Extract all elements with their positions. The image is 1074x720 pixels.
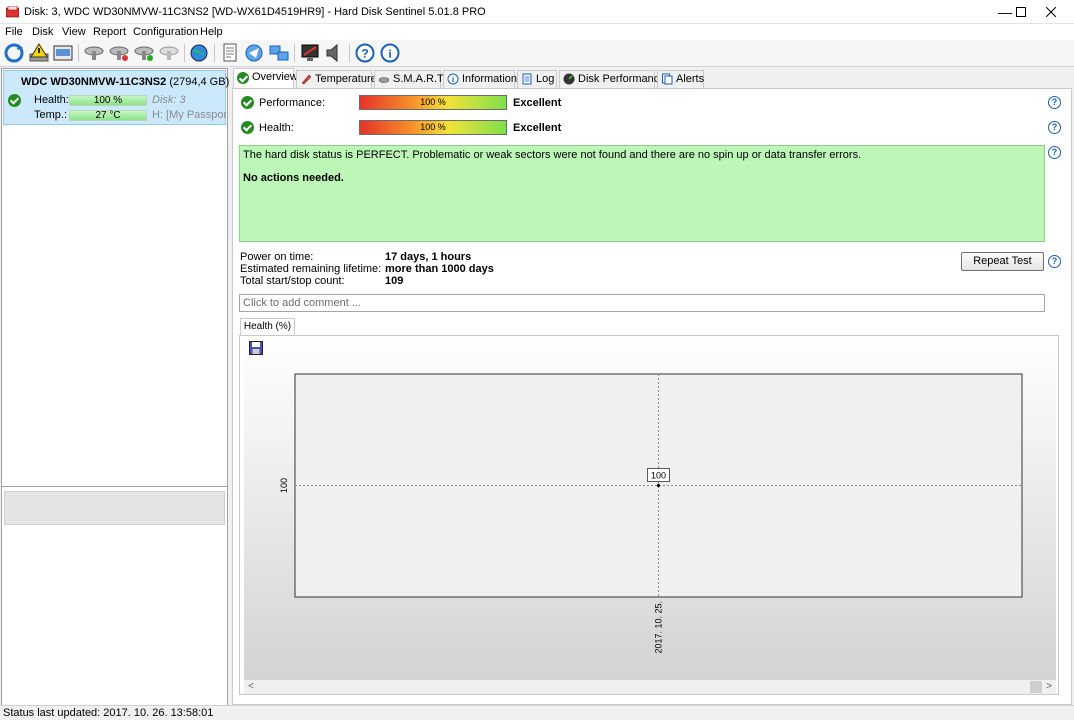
globe-icon[interactable] bbox=[188, 42, 210, 64]
performance-bar: 100 % bbox=[359, 95, 507, 110]
disk4-icon[interactable] bbox=[158, 42, 180, 64]
tab-log[interactable]: Log bbox=[517, 70, 557, 88]
disk-info-icon[interactable] bbox=[52, 42, 74, 64]
help-icon[interactable]: ? bbox=[354, 42, 376, 64]
svg-text:?: ? bbox=[361, 47, 368, 61]
menu-help[interactable]: Help bbox=[200, 26, 223, 38]
menu-view[interactable]: View bbox=[62, 26, 86, 38]
data-point bbox=[656, 483, 661, 488]
report-icon[interactable] bbox=[219, 42, 241, 64]
info-icon: i bbox=[447, 73, 459, 85]
disk-temp-row: Temp.: 27 °C H: [My Passport Ult bbox=[4, 109, 227, 123]
warning-disk-icon[interactable] bbox=[28, 42, 50, 64]
startstop-value: 109 bbox=[385, 275, 404, 287]
maximize-icon bbox=[1016, 7, 1026, 17]
scroll-thumb[interactable] bbox=[1030, 681, 1042, 693]
disk-list-item[interactable]: WDC WD30NMVW-11C3NS2 (2794,4 GB) Health:… bbox=[3, 70, 230, 125]
smart-icon bbox=[378, 77, 390, 83]
menu-disk[interactable]: Disk bbox=[32, 26, 53, 38]
toolbar: ? i bbox=[0, 40, 1074, 67]
disk-temp-bar: 27 °C bbox=[69, 110, 147, 121]
scroll-right-icon[interactable]: > bbox=[1042, 680, 1056, 694]
help-icon[interactable]: ? bbox=[1048, 255, 1061, 268]
info-icon[interactable]: i bbox=[379, 42, 401, 64]
health-chart-frame: 100 100 2017. 10. 25. < > bbox=[239, 335, 1059, 695]
disk-volume: H: [My Passport Ult bbox=[152, 109, 226, 121]
check-icon bbox=[241, 121, 254, 134]
disk3-icon[interactable] bbox=[133, 42, 155, 64]
horizontal-scrollbar[interactable]: < > bbox=[244, 680, 1056, 694]
health-row: Health: 100 % Excellent bbox=[241, 120, 1061, 136]
repeat-test-button[interactable]: Repeat Test bbox=[961, 252, 1044, 271]
help-icon[interactable]: ? bbox=[1048, 121, 1061, 134]
thermometer-icon bbox=[301, 74, 312, 85]
help-icon[interactable]: ? bbox=[1048, 146, 1061, 159]
check-icon bbox=[8, 94, 21, 107]
performance-label: Performance: bbox=[259, 97, 326, 109]
menu-report[interactable]: Report bbox=[93, 26, 126, 38]
window-title: Disk: 3, WDC WD30NMVW-11C3NS2 [WD-WX61D4… bbox=[24, 6, 486, 18]
disk2-icon[interactable] bbox=[108, 42, 130, 64]
status-text: The hard disk status is PERFECT. Problem… bbox=[243, 149, 862, 161]
disk1-icon[interactable] bbox=[83, 42, 105, 64]
disk-temp-label: Temp.: bbox=[34, 109, 68, 121]
health-chart: 100 100 2017. 10. 25. bbox=[279, 373, 1023, 654]
health-chart-area: 100 100 2017. 10. 25. bbox=[244, 338, 1056, 680]
tab-information[interactable]: i Information bbox=[443, 70, 517, 88]
log-icon bbox=[522, 73, 532, 85]
comment-input[interactable] bbox=[239, 294, 1045, 312]
x-tick-label: 2017. 10. 25. bbox=[654, 601, 664, 654]
refresh-icon[interactable] bbox=[3, 42, 25, 64]
app-icon bbox=[6, 6, 19, 18]
health-rating: Excellent bbox=[513, 122, 562, 134]
tab-overview[interactable]: Overview bbox=[233, 68, 298, 89]
performance-icon bbox=[563, 73, 575, 85]
title-bar: Disk: 3, WDC WD30NMVW-11C3NS2 [WD-WX61D4… bbox=[0, 0, 1074, 24]
menu-bar: File Disk View Report Configuration Help bbox=[0, 24, 1074, 40]
disk-number: Disk: 3 bbox=[152, 94, 186, 106]
send-icon[interactable] bbox=[243, 42, 265, 64]
disk-health-row: Health: 100 % Disk: 3 bbox=[4, 94, 227, 108]
tab-alerts[interactable]: Alerts bbox=[657, 70, 704, 88]
tab-disk-performance[interactable]: Disk Performance bbox=[559, 70, 665, 88]
close-button[interactable] bbox=[1028, 0, 1074, 24]
status-message-box: The hard disk status is PERFECT. Problem… bbox=[239, 145, 1045, 242]
network-icon[interactable] bbox=[268, 42, 290, 64]
power-on-label: Power on time: bbox=[240, 251, 314, 263]
health-bar: 100 % bbox=[359, 120, 507, 135]
lifetime-value: more than 1000 days bbox=[385, 263, 494, 275]
alerts-icon bbox=[662, 73, 673, 85]
tab-temperature[interactable]: Temperature bbox=[296, 70, 377, 88]
performance-rating: Excellent bbox=[513, 97, 562, 109]
menu-configuration[interactable]: Configuration bbox=[133, 26, 198, 38]
disk-health-label: Health: bbox=[34, 94, 69, 106]
speaker-icon[interactable] bbox=[323, 42, 345, 64]
menu-file[interactable]: File bbox=[5, 26, 23, 38]
status-bar: Status last updated: 2017. 10. 26. 13:58… bbox=[0, 705, 1074, 720]
performance-row: Performance: 100 % Excellent bbox=[241, 95, 1061, 111]
disk-health-bar: 100 % bbox=[69, 95, 147, 106]
y-tick-label: 100 bbox=[279, 478, 289, 493]
monitor-icon[interactable] bbox=[299, 42, 321, 64]
disk-details-pane bbox=[1, 486, 228, 706]
check-icon bbox=[237, 72, 249, 84]
status-updated-text: Status last updated: 2017. 10. 26. 13:58… bbox=[3, 707, 214, 719]
action-text: No actions needed. bbox=[243, 172, 344, 184]
disk-name: WDC WD30NMVW-11C3NS2 bbox=[21, 76, 167, 88]
health-label: Health: bbox=[259, 122, 294, 134]
help-icon[interactable]: ? bbox=[1048, 96, 1061, 109]
tab-health-chart[interactable]: Health (%) bbox=[240, 318, 295, 336]
overview-panel: Performance: 100 % Excellent ? Health: 1… bbox=[232, 88, 1072, 705]
scroll-left-icon[interactable]: < bbox=[244, 680, 258, 694]
power-on-value: 17 days, 1 hours bbox=[385, 251, 472, 263]
startstop-label: Total start/stop count: bbox=[240, 275, 345, 287]
details-box bbox=[4, 491, 225, 525]
close-icon bbox=[1045, 6, 1057, 18]
tab-bar: Overview Temperature S.M.A.R.T. i Inform… bbox=[232, 68, 1072, 89]
lifetime-label: Estimated remaining lifetime: bbox=[240, 263, 382, 275]
tab-smart[interactable]: S.M.A.R.T. bbox=[374, 70, 446, 88]
disk-size: (2794,4 GB) bbox=[169, 76, 230, 88]
check-icon bbox=[241, 96, 254, 109]
data-label: 100 bbox=[651, 471, 666, 481]
